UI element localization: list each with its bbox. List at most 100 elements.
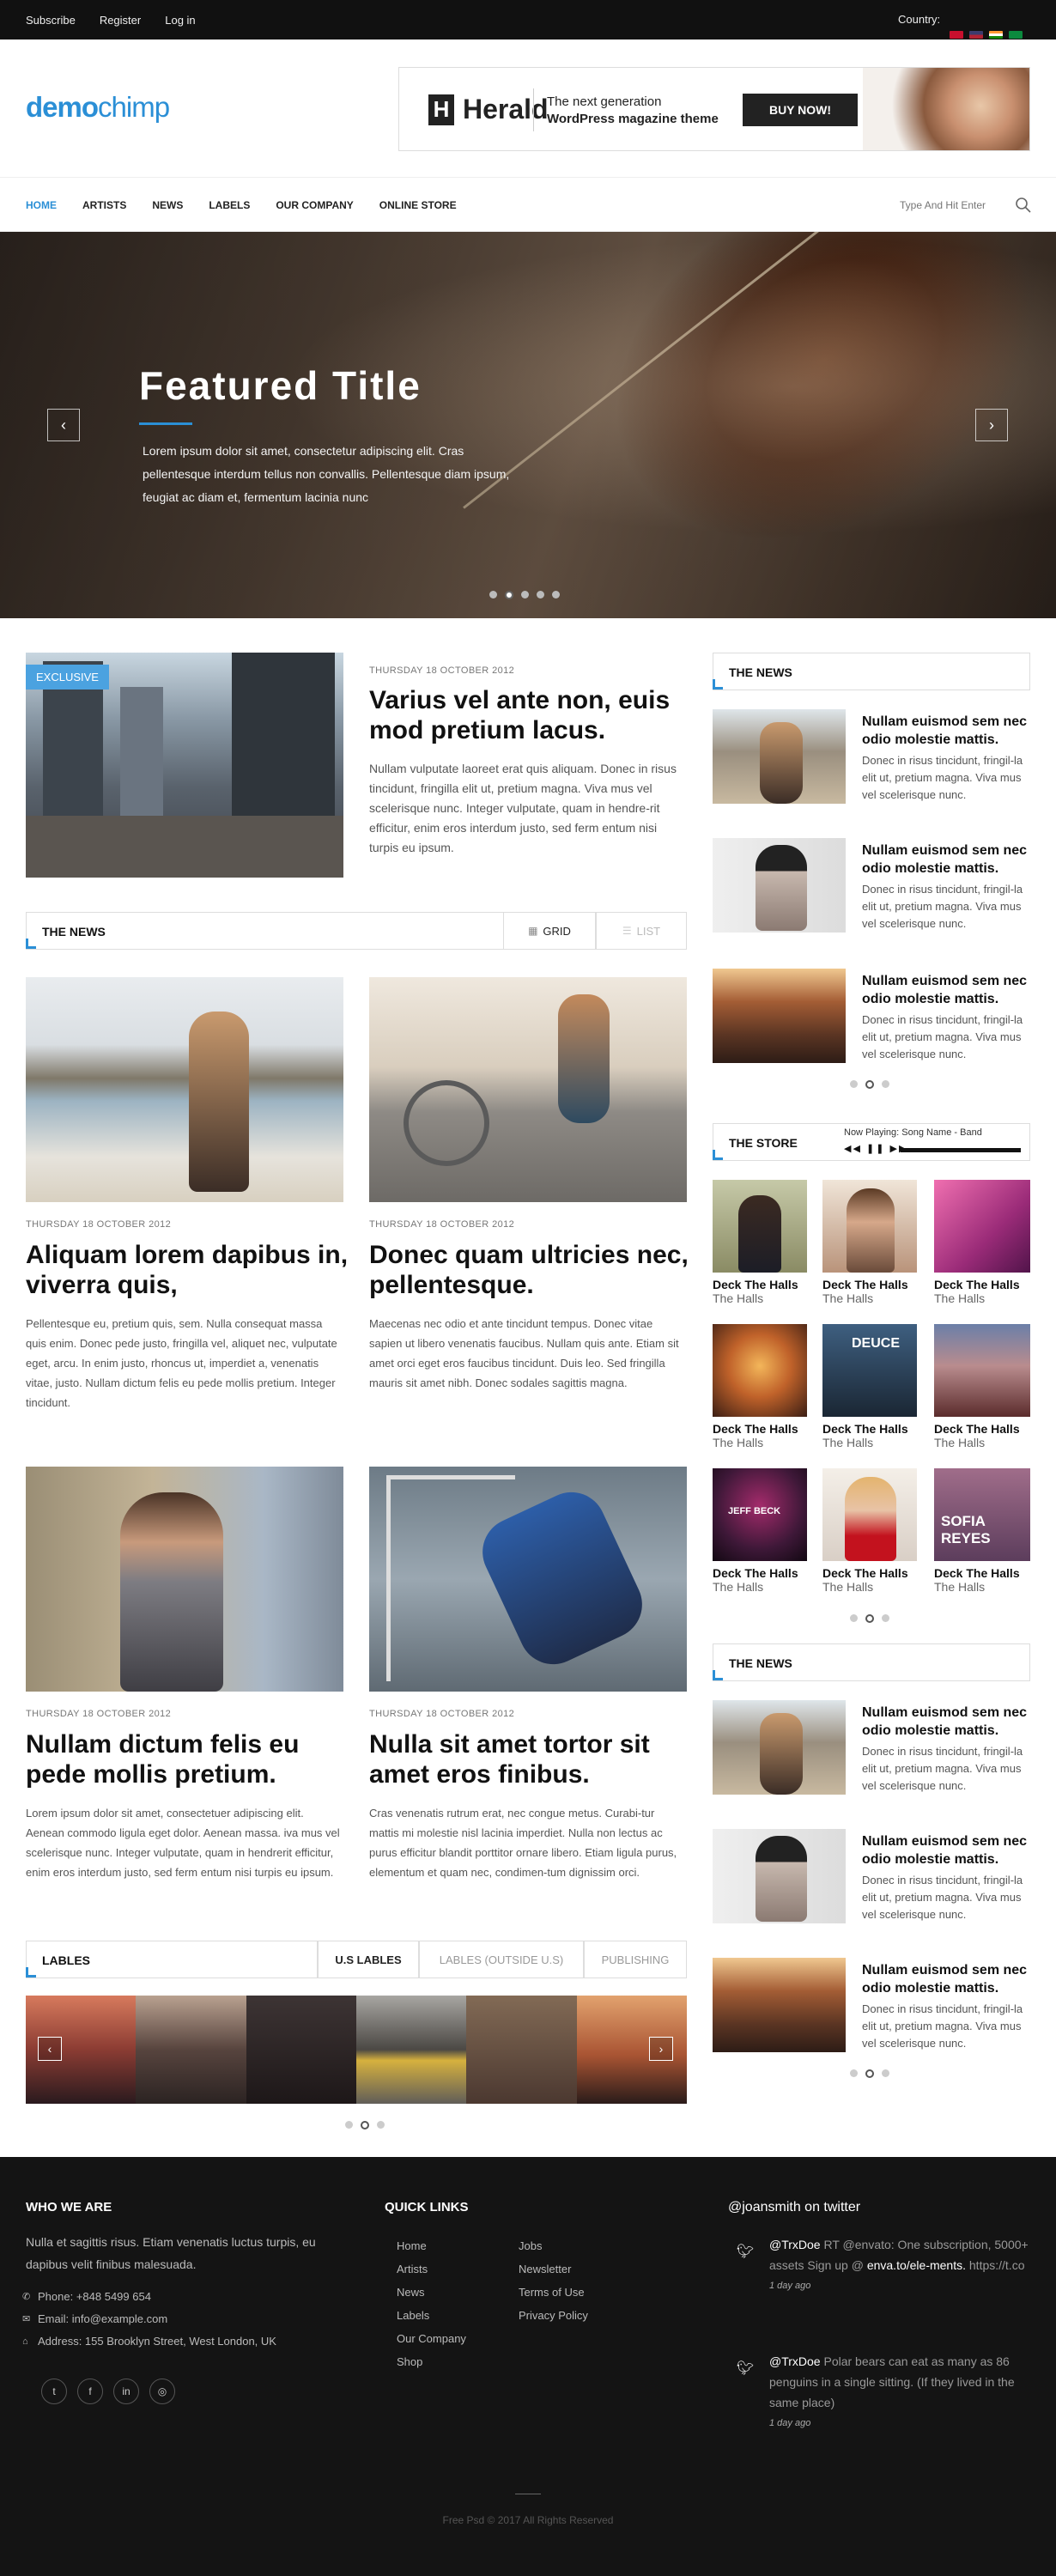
article-date: THURSDAY 18 OCTOBER 2012 xyxy=(26,1219,172,1230)
search-input[interactable] xyxy=(900,195,1020,216)
twitter-icon[interactable]: t xyxy=(41,2379,67,2404)
article-image[interactable] xyxy=(369,1467,687,1692)
sidebar-news-image[interactable] xyxy=(713,1829,846,1923)
quick-link[interactable]: Privacy Policy xyxy=(519,2304,588,2327)
subscribe-link[interactable]: Subscribe xyxy=(26,14,76,27)
previous-icon[interactable]: ◀◀ xyxy=(844,1144,862,1154)
album-cover[interactable] xyxy=(934,1180,1030,1273)
article-title[interactable]: Aliquam lorem dapibus in, viverra quis, xyxy=(26,1240,352,1300)
header-ad-banner[interactable]: H Herald The next generation WordPress mag… xyxy=(398,67,1030,151)
slider-dot[interactable] xyxy=(850,1614,858,1622)
pause-icon[interactable]: ❚❚ xyxy=(866,1144,885,1154)
linkedin-icon[interactable]: in xyxy=(113,2379,139,2404)
album-cover[interactable] xyxy=(713,1324,807,1417)
article-image[interactable] xyxy=(369,977,687,1202)
slider-dot[interactable] xyxy=(882,1080,889,1088)
label-image[interactable] xyxy=(246,1996,356,2104)
slider-dot[interactable] xyxy=(521,591,529,598)
quick-link[interactable]: Terms of Use xyxy=(519,2281,588,2304)
slider-dot[interactable] xyxy=(505,591,513,599)
sidebar-news-image[interactable] xyxy=(713,1958,846,2052)
sidebar-news-item-text: Donec in risus tincidunt, fringil-la eli… xyxy=(862,883,1023,930)
label-image[interactable] xyxy=(136,1996,246,2104)
slider-dot[interactable] xyxy=(361,2121,369,2129)
tab-us-labels[interactable]: U.S LABLES xyxy=(318,1941,419,1978)
featured-title[interactable]: Varius vel ante non, euis mod pretium la… xyxy=(369,685,687,745)
flag-icon[interactable] xyxy=(989,31,1003,39)
sidebar-news-image[interactable] xyxy=(713,1700,846,1795)
quick-link[interactable]: Home xyxy=(397,2234,466,2257)
ad-buy-now-button[interactable]: BUY NOW! xyxy=(743,94,858,126)
slider-dot[interactable] xyxy=(882,2069,889,2077)
sidebar-news-image[interactable] xyxy=(713,709,846,804)
nav-item-news[interactable]: NEWS xyxy=(152,199,183,211)
grid-view-toggle[interactable]: ▦ GRID xyxy=(503,912,596,950)
tab-publishing[interactable]: PUBLISHING xyxy=(584,1941,687,1978)
register-link[interactable]: Register xyxy=(100,14,141,27)
slider-dot[interactable] xyxy=(489,591,497,598)
sidebar-news-image[interactable] xyxy=(713,969,846,1063)
facebook-icon[interactable]: f xyxy=(77,2379,103,2404)
label-image[interactable] xyxy=(355,1996,467,2104)
instagram-icon[interactable]: ◎ xyxy=(149,2379,175,2404)
slider-dot[interactable] xyxy=(882,1614,889,1622)
quick-link[interactable]: Jobs xyxy=(519,2234,588,2257)
sidebar-news-item-title[interactable]: Nullam euismod sem nec odio molestie mat… xyxy=(862,841,1030,878)
sidebar-news-item-title[interactable]: Nullam euismod sem nec odio molestie mat… xyxy=(862,713,1030,749)
sidebar-news-item-title[interactable]: Nullam euismod sem nec odio molestie mat… xyxy=(862,972,1030,1008)
nav-item-our-company[interactable]: OUR COMPANY xyxy=(276,199,353,211)
album-cover[interactable]: SOFIA REYES xyxy=(934,1468,1030,1561)
hero-next-arrow-icon[interactable]: › xyxy=(975,409,1008,441)
sidebar-news-item-title[interactable]: Nullam euismod sem nec odio molestie mat… xyxy=(862,1961,1030,1997)
article-title[interactable]: Donec quam ultricies nec, pellentesque. xyxy=(369,1240,695,1300)
player-controls: ◀◀ ❚❚ ▶▶ xyxy=(844,1143,907,1154)
quick-link[interactable]: Artists xyxy=(397,2257,466,2281)
quick-link[interactable]: Our Company xyxy=(397,2327,466,2350)
slider-dot[interactable] xyxy=(865,1614,874,1623)
article-title[interactable]: Nullam dictum felis eu pede mollis preti… xyxy=(26,1729,352,1789)
labels-next-arrow-icon[interactable]: › xyxy=(649,2037,673,2061)
album-cover[interactable]: DEUCE xyxy=(822,1324,917,1417)
album-cover[interactable] xyxy=(822,1468,917,1561)
album-cover[interactable] xyxy=(713,1180,807,1273)
slider-dot[interactable] xyxy=(377,2121,385,2129)
nav-item-labels[interactable]: LABELS xyxy=(209,199,250,211)
flag-icon[interactable] xyxy=(969,31,983,39)
slider-dot[interactable] xyxy=(345,2121,353,2129)
quick-link[interactable]: Labels xyxy=(397,2304,466,2327)
footer-email[interactable]: ✉ Email: info@example.com xyxy=(22,2308,167,2330)
nav-item-online-store[interactable]: ONLINE STORE xyxy=(379,199,457,211)
hero-prev-arrow-icon[interactable]: ‹ xyxy=(47,409,80,441)
quick-link[interactable]: Newsletter xyxy=(519,2257,588,2281)
slider-dot[interactable] xyxy=(865,2069,874,2078)
site-logo[interactable]: demochimp xyxy=(26,91,170,124)
label-image[interactable] xyxy=(466,1996,577,2104)
slider-dot[interactable] xyxy=(865,1080,874,1089)
slider-dot[interactable] xyxy=(552,591,560,598)
login-link[interactable]: Log in xyxy=(165,14,195,27)
nav-item-home[interactable]: HOME xyxy=(26,199,57,211)
search-icon[interactable] xyxy=(1015,197,1032,214)
slider-dot[interactable] xyxy=(537,591,544,598)
player-progress-bar[interactable] xyxy=(901,1148,1021,1152)
nav-item-artists[interactable]: ARTISTS xyxy=(82,199,126,211)
album-cover[interactable]: JEFF BECK xyxy=(713,1468,807,1561)
tab-labels-outside-us[interactable]: LABLES (OUTSIDE U.S) xyxy=(419,1941,584,1978)
sidebar-news-item-title[interactable]: Nullam euismod sem nec odio molestie mat… xyxy=(862,1832,1030,1868)
list-view-toggle[interactable]: ☰ LIST xyxy=(596,912,687,950)
article-image[interactable] xyxy=(26,977,343,1202)
slider-dot[interactable] xyxy=(850,2069,858,2077)
article-title[interactable]: Nulla sit amet tortor sit amet eros fini… xyxy=(369,1729,695,1789)
flag-icon[interactable] xyxy=(950,31,963,39)
labels-prev-arrow-icon[interactable]: ‹ xyxy=(38,2037,62,2061)
tweet-link[interactable]: enva.to/ele-ments. xyxy=(867,2258,966,2272)
slider-dot[interactable] xyxy=(850,1080,858,1088)
quick-link[interactable]: News xyxy=(397,2281,466,2304)
article-image[interactable] xyxy=(26,1467,343,1692)
album-cover[interactable] xyxy=(822,1180,917,1273)
quick-link[interactable]: Shop xyxy=(397,2350,466,2373)
flag-icon[interactable] xyxy=(1009,31,1023,39)
sidebar-news-item-title[interactable]: Nullam euismod sem nec odio molestie mat… xyxy=(862,1704,1030,1740)
sidebar-news-image[interactable] xyxy=(713,838,846,933)
album-cover[interactable] xyxy=(934,1324,1030,1417)
